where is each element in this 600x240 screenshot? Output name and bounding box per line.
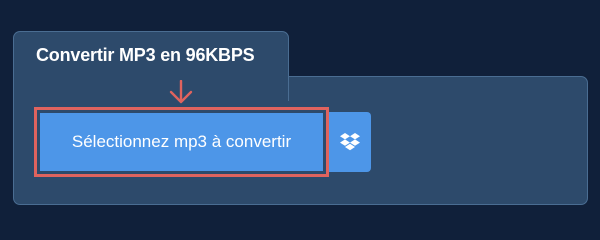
arrow-down-icon bbox=[169, 80, 193, 104]
select-file-button[interactable]: Sélectionnez mp3 à convertir bbox=[40, 113, 323, 171]
panel-tab-joint bbox=[14, 74, 288, 80]
dropbox-icon bbox=[339, 133, 360, 151]
dropbox-button[interactable] bbox=[328, 112, 371, 172]
panel-title: Convertir MP3 en 96KBPS bbox=[36, 45, 255, 65]
panel-tab bbox=[13, 31, 289, 101]
